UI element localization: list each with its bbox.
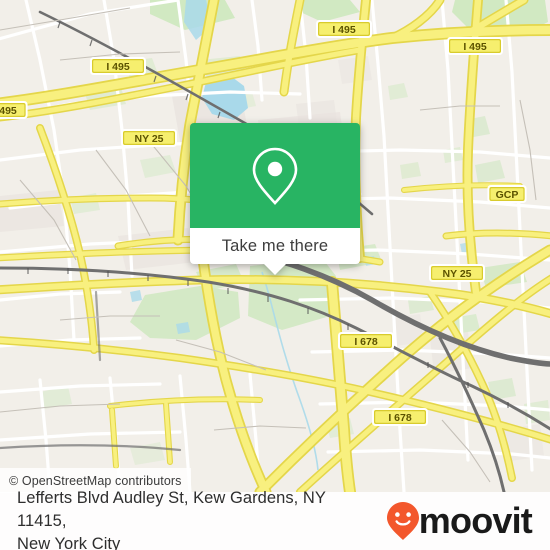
highway-shield: 495 — [0, 101, 28, 119]
highway-shield: NY 25 — [121, 129, 177, 147]
callout-action-area[interactable]: Take me there — [190, 228, 360, 275]
highway-shield-label: GCP — [496, 189, 519, 201]
highway-shield: I 678 — [372, 408, 428, 426]
footer-bar: Lefferts Blvd Audley St, Kew Gardens, NY… — [0, 489, 550, 550]
map-screenshot: I 495 I 495 I 495 495 NY 25 NY 25 GCP I 678 I 67… — [0, 0, 550, 550]
highway-shield-label: NY 25 — [135, 133, 164, 145]
callout-icon-area — [190, 123, 360, 228]
highway-shield: I 495 — [316, 20, 372, 38]
highway-shield: GCP — [487, 185, 527, 203]
highway-shield-label: 495 — [0, 105, 17, 117]
highway-shield-label: I 495 — [332, 24, 356, 36]
highway-shield-label: I 495 — [106, 61, 130, 73]
highway-shield: I 495 — [90, 57, 146, 75]
address-line-1: Lefferts Blvd Audley St, Kew Gardens, NY… — [17, 488, 326, 530]
highway-shield-label: I 495 — [463, 41, 487, 53]
highway-shield-label: I 678 — [388, 412, 412, 424]
callout-pointer-tail — [263, 263, 287, 275]
highway-shield-label: NY 25 — [443, 268, 472, 280]
map-pin-icon — [252, 147, 298, 205]
highway-shield: NY 25 — [429, 264, 485, 282]
map-callout-card[interactable]: Take me there — [190, 123, 360, 275]
moovit-pin-icon — [386, 502, 419, 540]
address-line-2: New York City — [17, 534, 121, 550]
moovit-logo[interactable]: moovit — [386, 501, 550, 541]
highway-shield: I 678 — [338, 332, 394, 350]
highway-shield-label: I 678 — [354, 336, 378, 348]
take-me-there-label: Take me there — [221, 236, 329, 255]
attribution-text: © OpenStreetMap contributors — [9, 473, 182, 488]
moovit-wordmark: moovit — [418, 500, 533, 541]
highway-shield: I 495 — [447, 37, 503, 55]
address-block: Lefferts Blvd Audley St, Kew Gardens, NY… — [0, 487, 386, 550]
